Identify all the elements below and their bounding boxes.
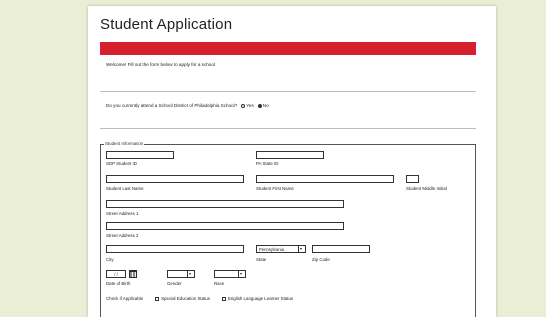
applicable-checks-row: Check if Applicable Special Education St… [106, 296, 293, 301]
date-of-birth-input[interactable]: / / [106, 270, 126, 278]
attendance-question: Do you currently attend a School Distric… [106, 103, 269, 108]
first-name-input[interactable] [256, 175, 394, 183]
state-select-value: Pennsylvania [259, 247, 284, 252]
pa-state-id-label: PA State ID [256, 161, 279, 166]
street-address-2-label: Street Address 2 [106, 233, 139, 238]
radio-no[interactable] [257, 103, 262, 108]
state-select[interactable]: Pennsylvania [256, 245, 306, 253]
last-name-label: Student Last Name [106, 186, 144, 191]
calendar-icon[interactable] [129, 270, 137, 278]
date-of-birth-label: Date of Birth [106, 281, 131, 286]
zip-code-label: Zip Code [312, 257, 330, 262]
ell-status-label: English Language Learner Status [227, 296, 294, 301]
question-text: Do you currently attend a School Distric… [106, 103, 238, 108]
pa-state-id-input[interactable] [256, 151, 324, 159]
section-legend: Student Information [104, 141, 145, 146]
city-input[interactable] [106, 245, 244, 253]
race-label: Race [214, 281, 225, 286]
street-address-2-input[interactable] [106, 222, 344, 230]
radio-yes[interactable] [241, 103, 246, 108]
special-education-checkbox[interactable] [155, 296, 160, 301]
last-name-input[interactable] [106, 175, 244, 183]
application-form: Student Application Welcome! Fill out th… [88, 6, 496, 317]
divider [100, 128, 476, 129]
accent-bar [100, 42, 476, 55]
divider [100, 91, 476, 92]
welcome-text: Welcome! Fill out the form below to appl… [106, 62, 215, 67]
chevron-down-icon [187, 271, 194, 278]
race-select[interactable] [214, 270, 246, 278]
city-label: City [106, 257, 114, 262]
chevron-down-icon [298, 246, 305, 253]
middle-initial-input[interactable] [406, 175, 419, 183]
sdp-student-id-input[interactable] [106, 151, 174, 159]
page-title: Student Application [100, 16, 233, 33]
gender-select[interactable] [167, 270, 195, 278]
zip-code-input[interactable] [312, 245, 370, 253]
radio-no-label: No [262, 103, 269, 108]
special-education-label: Special Education Status [161, 296, 210, 301]
state-label: State [256, 257, 267, 262]
first-name-label: Student First Name [256, 186, 294, 191]
chevron-down-icon [238, 271, 245, 278]
sdp-student-id-label: SDP Student ID [106, 161, 137, 166]
radio-yes-label: Yes [246, 103, 254, 108]
gender-label: Gender [167, 281, 182, 286]
street-address-1-input[interactable] [106, 200, 344, 208]
check-applicable-label: Check if Applicable [106, 296, 144, 301]
street-address-1-label: Street Address 1 [106, 211, 139, 216]
ell-status-checkbox[interactable] [221, 296, 226, 301]
middle-initial-label: Student Middle Initial [406, 186, 447, 191]
student-information-section [100, 144, 476, 317]
